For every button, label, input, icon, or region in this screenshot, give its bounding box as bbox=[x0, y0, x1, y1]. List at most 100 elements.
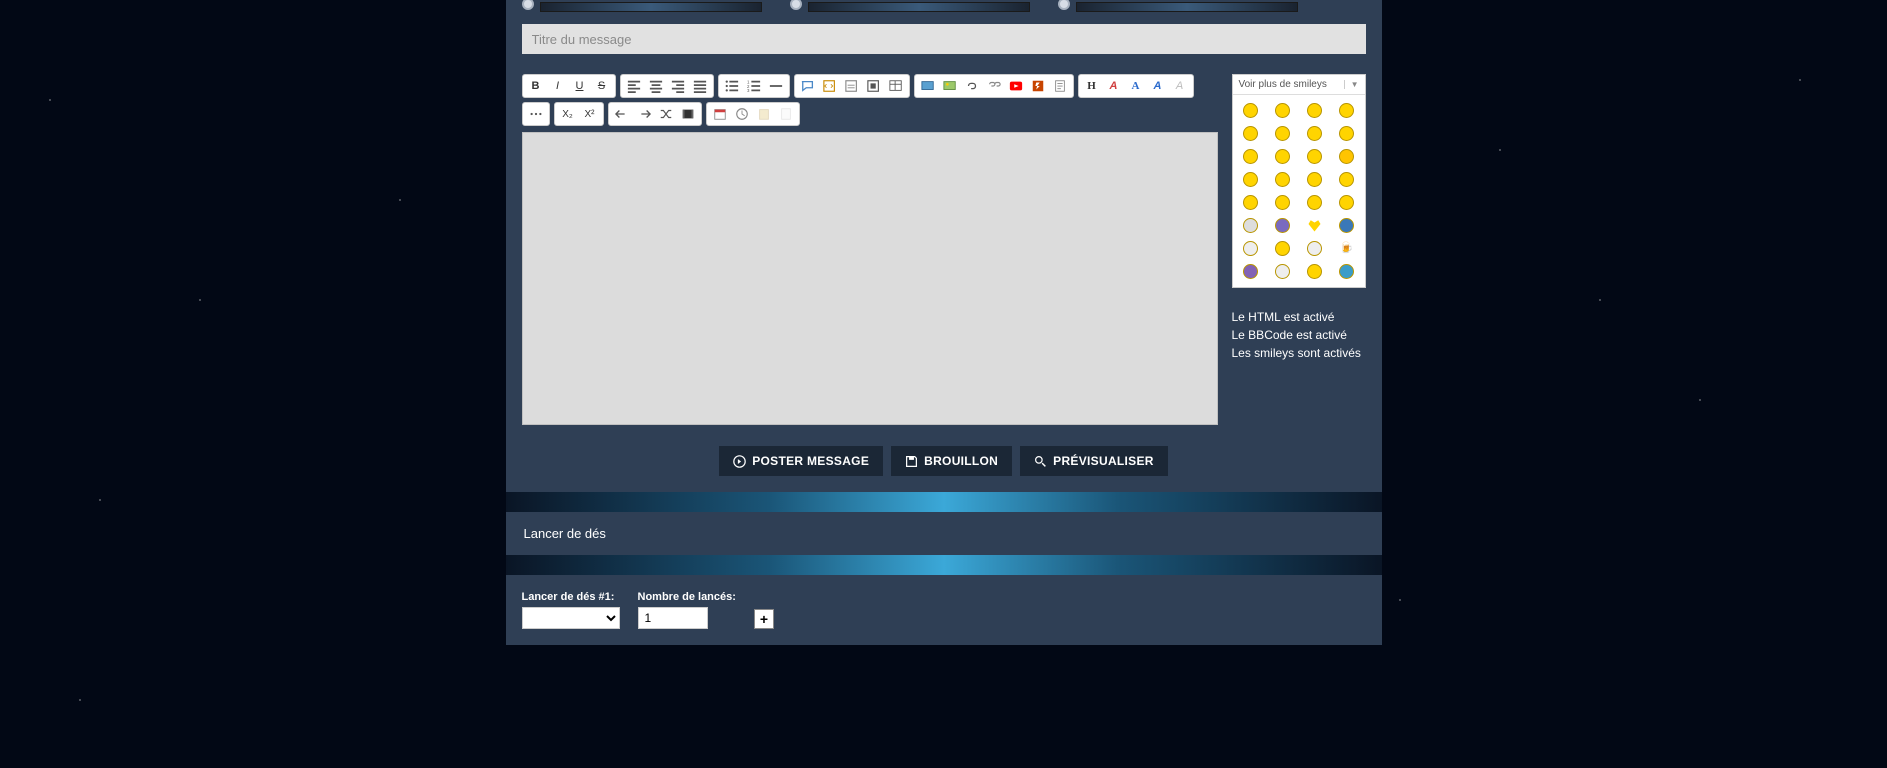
shuffle-icon bbox=[659, 107, 673, 121]
youtube-button[interactable] bbox=[1005, 76, 1027, 96]
subscript-button[interactable]: X₂ bbox=[557, 104, 579, 124]
smiley-pale-icon[interactable] bbox=[1307, 241, 1322, 256]
quote-button[interactable] bbox=[797, 76, 819, 96]
smiley-wink-icon[interactable] bbox=[1307, 172, 1322, 187]
radio-icon[interactable] bbox=[522, 0, 534, 10]
preview-button[interactable]: PRÉVISUALISER bbox=[1020, 446, 1168, 476]
smiley-evil-icon[interactable] bbox=[1339, 149, 1354, 164]
section-divider-image bbox=[506, 492, 1382, 512]
smiley-idea-icon[interactable] bbox=[1275, 195, 1290, 210]
paste-button[interactable] bbox=[753, 104, 775, 124]
chevron-down-icon[interactable]: ▼ bbox=[1344, 80, 1359, 89]
hidden-button[interactable] bbox=[863, 76, 885, 96]
image-host-button[interactable] bbox=[917, 76, 939, 96]
more-button[interactable] bbox=[525, 104, 547, 124]
smiley-what-icon[interactable] bbox=[1243, 218, 1258, 233]
font-more-icon: A bbox=[1154, 80, 1162, 92]
smiley-alien-icon[interactable] bbox=[1243, 264, 1258, 279]
smiley-exclaim-icon[interactable] bbox=[1339, 172, 1354, 187]
smiley-cheers-icon[interactable]: 🍺 bbox=[1339, 241, 1354, 256]
smiley-roll-icon[interactable] bbox=[1275, 172, 1290, 187]
random-button[interactable] bbox=[655, 104, 677, 124]
draft-button[interactable]: BROUILLON bbox=[891, 446, 1012, 476]
doc-button[interactable] bbox=[775, 104, 797, 124]
editor-toolbar: B I U S 123 bbox=[522, 74, 1218, 126]
remove-format-button[interactable]: A bbox=[1169, 76, 1191, 96]
smiley-smile-icon[interactable] bbox=[1275, 103, 1290, 118]
align-left-button[interactable] bbox=[623, 76, 645, 96]
add-dice-button[interactable]: + bbox=[754, 609, 774, 629]
flash-button[interactable] bbox=[1027, 76, 1049, 96]
image-button[interactable] bbox=[939, 76, 961, 96]
bold-button[interactable]: B bbox=[525, 76, 547, 96]
table-button[interactable] bbox=[885, 76, 907, 96]
eraser-icon: A bbox=[1176, 80, 1183, 92]
video-button[interactable] bbox=[677, 104, 699, 124]
strike-button[interactable]: S bbox=[591, 76, 613, 96]
smiley-arrow-icon[interactable] bbox=[1307, 195, 1322, 210]
post-message-button[interactable]: POSTER MESSAGE bbox=[719, 446, 883, 476]
clock-button[interactable] bbox=[731, 104, 753, 124]
smiley-twisted-icon[interactable] bbox=[1243, 172, 1258, 187]
underline-button[interactable]: U bbox=[569, 76, 591, 96]
smiley-plain-icon[interactable] bbox=[1275, 264, 1290, 279]
font-more-button[interactable]: A bbox=[1147, 76, 1169, 96]
smiley-header-label[interactable]: Voir plus de smileys bbox=[1239, 79, 1327, 90]
theme-option-3[interactable] bbox=[1058, 0, 1298, 12]
align-center-button[interactable] bbox=[645, 76, 667, 96]
header-size-button[interactable]: H bbox=[1081, 76, 1103, 96]
smiley-party-icon[interactable] bbox=[1307, 264, 1322, 279]
smiley-no-icon[interactable] bbox=[1339, 218, 1354, 233]
spoiler-button[interactable] bbox=[841, 76, 863, 96]
radio-icon[interactable] bbox=[1058, 0, 1070, 10]
list-ul-button[interactable] bbox=[721, 76, 743, 96]
smiley-grin-icon[interactable] bbox=[1243, 103, 1258, 118]
theme-option-2[interactable] bbox=[790, 0, 1030, 12]
radio-icon[interactable] bbox=[790, 0, 802, 10]
smiley-cool-icon[interactable] bbox=[1275, 126, 1290, 141]
smiley-redface-icon[interactable] bbox=[1275, 149, 1290, 164]
code-button[interactable] bbox=[819, 76, 841, 96]
scroll-button[interactable] bbox=[1049, 76, 1071, 96]
smiley-shock-icon[interactable] bbox=[1243, 126, 1258, 141]
theme-option-1[interactable] bbox=[522, 0, 762, 12]
smiley-razz-icon[interactable] bbox=[1243, 149, 1258, 164]
redo-button[interactable] bbox=[633, 104, 655, 124]
dice-count-input[interactable] bbox=[638, 607, 708, 629]
subscript-icon: X₂ bbox=[562, 109, 573, 120]
link-button[interactable] bbox=[961, 76, 983, 96]
superscript-icon: X² bbox=[585, 109, 595, 120]
svg-text:3: 3 bbox=[747, 88, 750, 93]
doc-icon bbox=[779, 107, 793, 121]
smiley-mad-icon[interactable] bbox=[1339, 126, 1354, 141]
smiley-sleep-icon[interactable] bbox=[1339, 264, 1354, 279]
superscript-button[interactable]: X² bbox=[579, 104, 601, 124]
date-button[interactable] bbox=[709, 104, 731, 124]
undo-button[interactable] bbox=[611, 104, 633, 124]
smiley-silent-icon[interactable] bbox=[1243, 241, 1258, 256]
smiley-question-icon[interactable] bbox=[1243, 195, 1258, 210]
smiley-suspect-icon[interactable] bbox=[1275, 241, 1290, 256]
smiley-cry-icon[interactable] bbox=[1307, 149, 1322, 164]
unlink-button[interactable] bbox=[983, 76, 1005, 96]
smiley-surprise-icon[interactable] bbox=[1339, 103, 1354, 118]
smiley-panel: Voir plus de smileys ▼ bbox=[1232, 74, 1366, 288]
dice-type-select[interactable] bbox=[522, 607, 620, 629]
italic-button[interactable]: I bbox=[547, 76, 569, 96]
youtube-icon bbox=[1009, 79, 1023, 93]
hr-button[interactable] bbox=[765, 76, 787, 96]
align-right-button[interactable] bbox=[667, 76, 689, 96]
message-body-textarea[interactable] bbox=[522, 132, 1218, 425]
align-justify-button[interactable] bbox=[689, 76, 711, 96]
font-family-button[interactable]: A bbox=[1125, 76, 1147, 96]
list-ol-button[interactable]: 123 bbox=[743, 76, 765, 96]
smiley-love-icon[interactable] bbox=[1307, 218, 1322, 233]
smiley-like-icon[interactable] bbox=[1275, 218, 1290, 233]
status-html: Le HTML est activé bbox=[1232, 310, 1366, 324]
smiley-neutral-icon[interactable] bbox=[1339, 195, 1354, 210]
smiley-laugh-icon[interactable] bbox=[1307, 126, 1322, 141]
search-icon bbox=[1034, 455, 1047, 468]
message-title-input[interactable] bbox=[522, 24, 1366, 54]
font-color-button[interactable]: A bbox=[1103, 76, 1125, 96]
smiley-sad-icon[interactable] bbox=[1307, 103, 1322, 118]
